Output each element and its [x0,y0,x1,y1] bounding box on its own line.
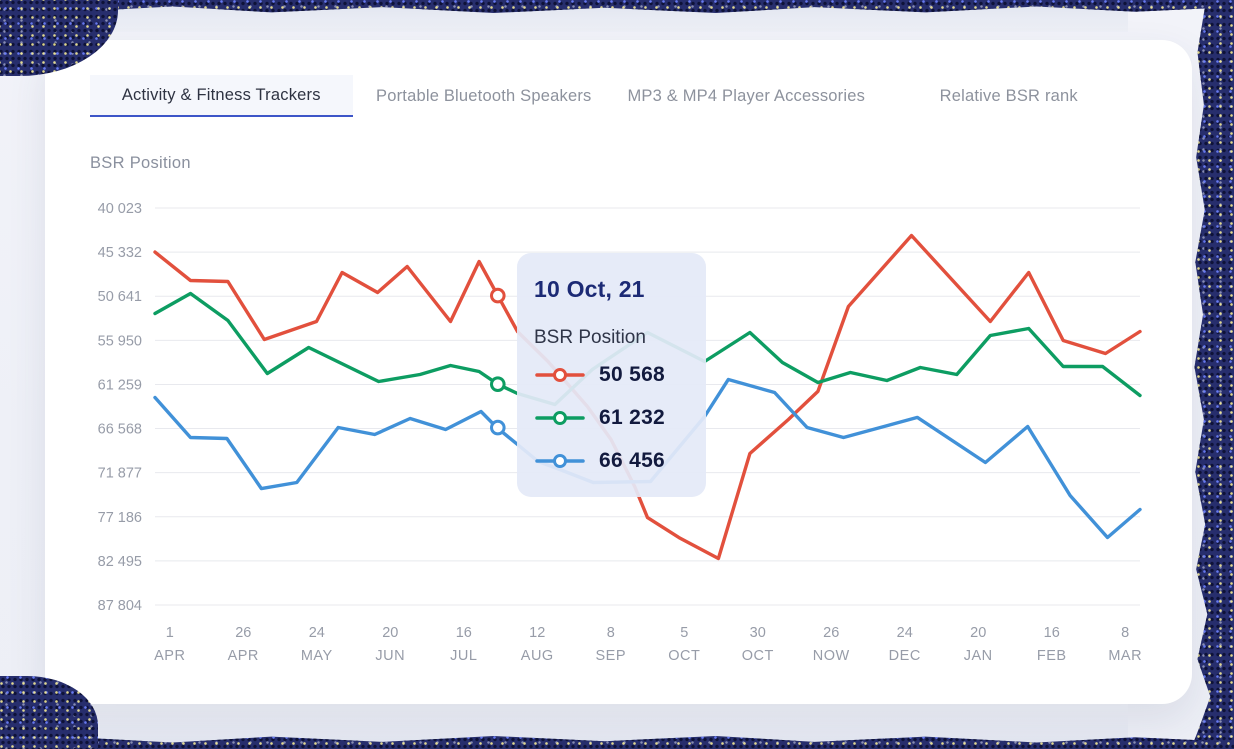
svg-text:26: 26 [823,625,839,641]
svg-text:45 332: 45 332 [98,245,142,261]
svg-text:20: 20 [382,625,398,641]
svg-text:24: 24 [309,625,325,641]
svg-text:1: 1 [166,625,174,641]
svg-text:JAN: JAN [964,648,993,664]
svg-text:55 950: 55 950 [98,333,142,349]
svg-text:12: 12 [529,625,545,641]
tooltip-value: 66 456 [599,449,665,473]
svg-text:OCT: OCT [668,648,700,664]
tooltip-date: 10 Oct, 21 [534,278,689,301]
svg-text:JUN: JUN [375,648,405,664]
series-blue-hover-marker [492,421,505,434]
svg-text:8: 8 [607,625,615,641]
decorative-speckle-edge-right [1191,0,1234,749]
svg-text:MAY: MAY [301,648,333,664]
svg-text:66 568: 66 568 [98,422,142,438]
svg-text:8: 8 [1121,625,1129,641]
blue-series-marker-icon [534,453,586,469]
tooltip-value: 61 232 [599,406,665,430]
svg-text:OCT: OCT [742,648,774,664]
svg-text:APR: APR [154,648,185,664]
svg-text:40 023: 40 023 [98,201,142,217]
tooltip-row: 66 456 [534,446,689,476]
tooltip-value: 50 568 [599,363,665,387]
tooltip-row: 50 568 [534,360,689,390]
x-axis-labels: 1 APR 26 APR 24 MAY 20 JUN 16 JUL 12 AUG 8 SEP 5 OCT 30 O… [154,625,1142,664]
svg-text:71 877: 71 877 [98,466,142,482]
svg-text:20: 20 [970,625,986,641]
svg-text:87 804: 87 804 [98,598,142,614]
svg-text:77 186: 77 186 [98,510,142,526]
svg-text:30: 30 [750,625,766,641]
svg-text:JUL: JUL [450,648,477,664]
chart-tooltip: 10 Oct, 21 BSR Position 50 568 61 232 [517,253,706,497]
tooltip-row: 61 232 [534,403,689,433]
svg-text:NOW: NOW [813,648,850,664]
y-axis-labels: 40 023 45 332 50 641 55 950 61 259 66 568 71 8… [98,201,142,614]
svg-text:MAR: MAR [1108,648,1142,664]
svg-text:24: 24 [897,625,913,641]
green-series-marker-icon [534,410,586,426]
svg-text:AUG: AUG [521,648,554,664]
svg-text:APR: APR [228,648,259,664]
svg-text:50 641: 50 641 [98,289,142,305]
svg-text:16: 16 [456,625,472,641]
svg-text:DEC: DEC [889,648,921,664]
svg-text:82 495: 82 495 [98,554,142,570]
chart-card: Activity & Fitness Trackers Portable Blu… [45,40,1192,704]
svg-text:FEB: FEB [1037,648,1067,664]
series-red-hover-marker [492,289,505,302]
series-green-hover-marker [492,378,505,391]
page: Activity & Fitness Trackers Portable Blu… [0,0,1234,749]
tooltip-metric-label: BSR Position [534,328,689,347]
red-series-marker-icon [534,367,586,383]
svg-text:SEP: SEP [595,648,626,664]
svg-text:5: 5 [680,625,688,641]
svg-text:61 259: 61 259 [98,377,142,393]
svg-text:16: 16 [1044,625,1060,641]
svg-text:26: 26 [235,625,251,641]
hover-point-markers [492,289,505,434]
